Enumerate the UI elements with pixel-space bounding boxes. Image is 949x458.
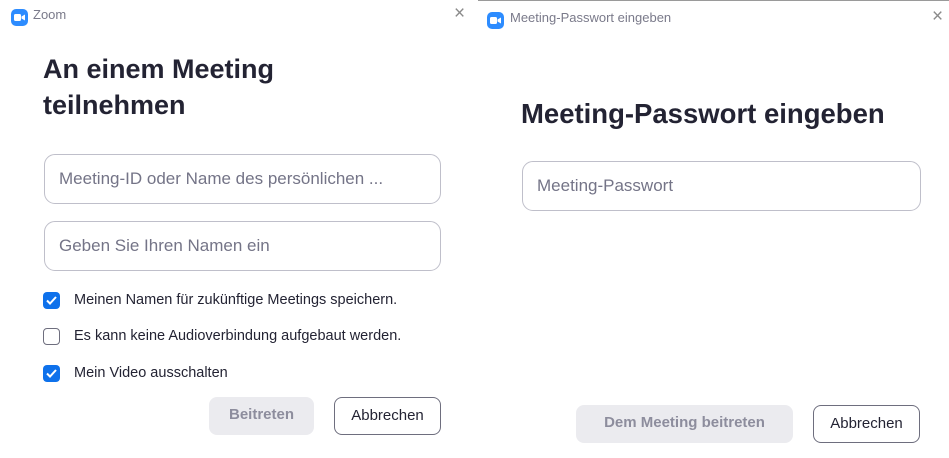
close-icon[interactable]: × [454,4,465,23]
option-label: Meinen Namen für zukünftige Meetings spe… [74,292,398,308]
meeting-id-input[interactable]: Meeting-ID oder Name des persönlichen ..… [44,154,441,204]
heading-line-1: An einem Meeting [43,54,275,84]
option-label: Mein Video ausschalten [74,365,228,381]
page-title: Meeting-Passwort eingeben [521,98,885,129]
join-meeting-window: Zoom × An einem Meeting teilnehmen Meeti… [0,0,478,458]
option-label: Es kann keine Audioverbindung aufgebaut … [74,328,402,344]
window-title: Zoom [33,7,67,22]
password-input[interactable]: Meeting-Passwort [522,161,921,211]
checkmark-icon [46,369,57,378]
heading-line-2: teilnehmen [43,90,186,120]
meeting-password-window: Meeting-Passwort eingeben × Meeting-Pass… [478,0,949,458]
cancel-button[interactable]: Abbrechen [813,405,920,443]
zoom-camera-icon [487,12,504,29]
join-button[interactable]: Beitreten [209,397,314,435]
cancel-button[interactable]: Abbrechen [334,397,441,435]
zoom-camera-icon [11,9,28,26]
close-icon[interactable]: × [932,7,943,26]
checkmark-icon [46,296,57,305]
checkbox-checked[interactable] [43,292,60,309]
title-bar: Meeting-Passwort eingeben × [478,1,949,31]
checkbox-unchecked[interactable] [43,328,60,345]
title-bar: Zoom × [0,0,478,30]
name-input[interactable]: Geben Sie Ihren Namen ein [44,221,441,271]
checkbox-checked[interactable] [43,365,60,382]
window-title: Meeting-Passwort eingeben [510,10,672,25]
join-meeting-button[interactable]: Dem Meeting beitreten [576,405,793,443]
